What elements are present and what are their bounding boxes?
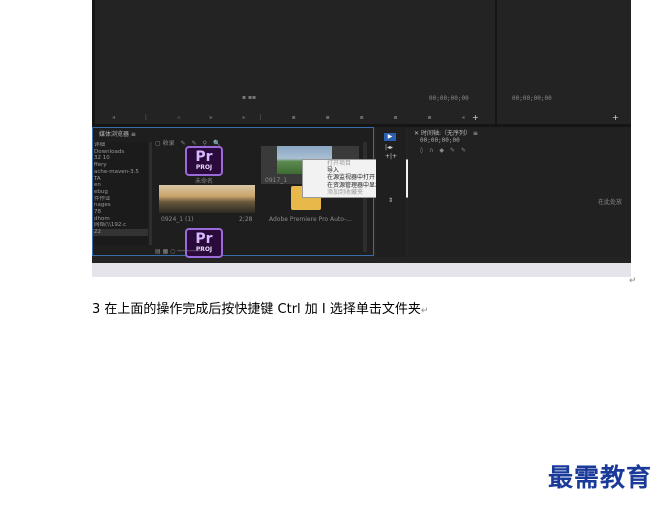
selection-tool-icon[interactable]: ▶ [384, 133, 396, 141]
premiere-screenshot: ▪ ▪▪ 00;00;00;00 00;00;00;00 ◂ | ◃ ▸ ▸| … [92, 0, 631, 277]
timecode-left: 00;00;00;00 [429, 95, 469, 102]
tree-item[interactable]: 78 [93, 209, 148, 216]
tree-item[interactable]: TA [93, 176, 148, 183]
ripple-edit-icon[interactable]: +|+ [385, 153, 397, 160]
item-label: 未命名 [195, 178, 214, 185]
caption-text: 3 在上面的操作完成后按快捷键 Ctrl 加 I 选择单击文件夹 [92, 302, 421, 317]
add-button-icon-right[interactable]: + [612, 113, 619, 122]
bottom-strip [92, 263, 631, 277]
tree-item[interactable]: en [93, 182, 148, 189]
tree-item[interactable]: Downloads [93, 149, 148, 156]
left-edge [92, 0, 95, 127]
view-controls[interactable]: ▤ ▦ ○ ─────── [155, 248, 203, 255]
step-caption: 3 在上面的操作完成后按快捷键 Ctrl 加 I 选择单击文件夹↵ [92, 298, 428, 317]
pr-icon-text: Pr [195, 149, 213, 165]
sunset-thumbnail[interactable] [159, 185, 255, 213]
timeline-panel: ✕ 时间轴:（无序列） ≡ 00;00;00;00 ◊ ∩ ◆ ✎ ✎ 在此处放 [408, 127, 631, 257]
project-panel-title: 媒体浏览器 [99, 131, 130, 138]
tree-item[interactable]: ebug [93, 189, 148, 196]
timeline-tab[interactable]: ✕ 时间轴:（无序列） ≡ [414, 128, 478, 137]
panel-tab[interactable]: 媒体浏览器 ≡ [99, 129, 136, 138]
timeline-title: 时间轴:（无序列） [420, 130, 471, 137]
item-duration: 2;28 [239, 216, 253, 223]
tools-panel: ▶ |◂▸ +|+ ⇕ [376, 127, 406, 257]
return-mark: ↵ [420, 306, 429, 316]
folder-tree[interactable]: 详细 Downloads 32 10 ffery ache-maven-3.5 … [93, 142, 148, 245]
timecode-right: 00;00;00;00 [512, 95, 552, 102]
timeline-hint: 在此处放 [598, 199, 623, 206]
monitor-divider [495, 0, 497, 127]
tree-item[interactable]: 网络(\\192.c [93, 222, 148, 229]
item-label: Adobe Premiere Pro Auto-... [269, 216, 352, 223]
add-button-icon[interactable]: + [472, 113, 479, 122]
tree-scrollbar[interactable] [149, 142, 152, 245]
item-label: 0917_1 [265, 177, 288, 184]
tree-item[interactable]: ffery [93, 162, 148, 169]
timeline-toolbar[interactable]: ◊ ∩ ◆ ✎ ✎ [420, 145, 466, 154]
paragraph-mark: ↵ [629, 276, 637, 286]
search-label: 收录 [162, 140, 175, 147]
tree-item[interactable]: 件作业 [93, 196, 148, 203]
tree-item[interactable]: 详细 [93, 142, 148, 149]
pr-icon-sub: PROJ [195, 164, 213, 171]
monitor-marker: ▪ ▪▪ [242, 94, 257, 101]
timeline-timecode: 00;00;00;00 [420, 137, 460, 144]
tree-item[interactable]: nages [93, 202, 148, 209]
pr-icon-text: Pr [195, 231, 213, 247]
razor-tool-icon[interactable]: ⇕ [388, 197, 393, 204]
tree-item[interactable]: dhom [93, 216, 148, 223]
item-label: 0924_1 (1) [161, 216, 194, 223]
tree-item[interactable]: 22 [93, 229, 148, 236]
transport-controls[interactable]: ◂ | ◃ ▸ ▸| ▪ ▪ ▪ ▪ ▪ ◂ [112, 114, 482, 121]
tree-item[interactable]: 32 10 [93, 155, 148, 162]
brand-logo: 最需教育 [548, 463, 653, 492]
track-select-icon[interactable]: |◂▸ [385, 144, 393, 151]
tree-item[interactable]: ache-maven-3.5 [93, 169, 148, 176]
premiere-project-icon[interactable]: Pr PROJ [185, 146, 223, 176]
